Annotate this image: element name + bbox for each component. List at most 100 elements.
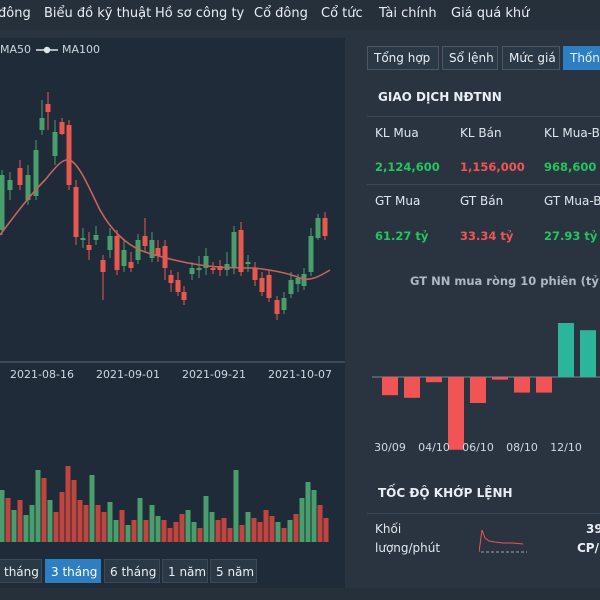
candle-body [142, 236, 148, 246]
volume-bar [77, 500, 83, 542]
net-foreign-bar-chart[interactable]: 30/09 04/10 06/10 08/10 12/10 [357, 323, 600, 493]
gt-ban-label: GT Bán [460, 194, 504, 208]
top-navigation: đông Biểu đồ kỹ thuật Hồ sơ công ty Cổ đ… [0, 0, 600, 30]
candle-body [181, 292, 187, 300]
tab-price-levels[interactable]: Mức giá [502, 46, 560, 70]
range-button-1-year[interactable]: 1 năm [162, 559, 208, 583]
volume-bar [95, 505, 101, 542]
volume-bar [323, 518, 329, 542]
foreign-trading-title: GIAO DỊCH NĐTNN [378, 90, 502, 104]
candle-body [295, 278, 301, 284]
net-x-tick-label: 06/10 [462, 441, 494, 454]
candle-body [231, 232, 237, 268]
kl-net-label: KL Mua-B [544, 126, 600, 140]
bottom-strip [0, 588, 600, 600]
legend-line-icon [36, 46, 58, 54]
nav-item-financials[interactable]: Tài chính [379, 6, 437, 21]
volume-bar [185, 510, 191, 542]
candle-body [308, 236, 314, 272]
volume-bar [11, 510, 17, 542]
volume-bar [47, 500, 53, 542]
volume-bar [275, 522, 281, 542]
nav-item-company-profile[interactable]: Hồ sơ công ty [155, 6, 244, 21]
candle-body [196, 268, 202, 270]
candle-body [0, 175, 5, 230]
match-speed-title: TỐC ĐỘ KHỚP LỆNH [378, 486, 513, 500]
divider [367, 116, 600, 117]
volume-bar [173, 522, 179, 542]
candle-body [80, 238, 86, 240]
volume-bar [29, 505, 35, 542]
x-tick-label: 2021-09-21 [182, 368, 246, 381]
volume-bar [287, 520, 293, 542]
gt-mua-label: GT Mua [375, 194, 421, 208]
candlestick-chart[interactable]: 2021-08-16 2021-09-01 2021-09-21 2021-10-07 [0, 60, 345, 550]
legend-ma100[interactable]: MA100 [62, 43, 100, 56]
candle-body [114, 236, 120, 270]
candle-body [315, 218, 321, 238]
net-bar [514, 377, 530, 393]
x-tick-label: 2021-09-01 [96, 368, 160, 381]
volume-bar [35, 470, 41, 542]
range-button-3-months[interactable]: 3 tháng [45, 559, 101, 583]
range-button-1-month[interactable]: tháng [0, 559, 42, 583]
range-button-5-years[interactable]: 5 năm [210, 559, 257, 583]
net-bars [382, 323, 596, 450]
net-x-tick-label: 08/10 [506, 441, 538, 454]
speed-sparkline [479, 529, 527, 553]
nav-item-technical-chart[interactable]: Biểu đồ kỹ thuật [44, 6, 151, 21]
volume-bar [269, 516, 275, 542]
candle-body [238, 230, 244, 272]
volume-bar [167, 528, 173, 542]
nav-item-shareholders[interactable]: Cổ đông [254, 6, 308, 21]
volume-bar [227, 528, 233, 542]
nav-item-co-dong-partial[interactable]: đông [0, 6, 31, 21]
candle-body [322, 218, 328, 236]
net-bar [470, 377, 486, 403]
range-button-6-months[interactable]: 6 tháng [104, 559, 160, 583]
gt-net-label: GT Mua-B [544, 194, 600, 208]
candle-body [175, 280, 181, 292]
volume-bar [233, 470, 239, 542]
divider [367, 513, 600, 514]
volume-bar [209, 512, 215, 542]
volume-bar [137, 498, 143, 542]
volume-bar [17, 500, 23, 542]
candle-body [73, 187, 79, 237]
candle-body [45, 104, 51, 112]
volume-bar [41, 478, 47, 542]
net-bar [404, 377, 420, 398]
tab-order-book[interactable]: Sổ lệnh [442, 46, 498, 70]
net-bar [448, 377, 464, 450]
volume-bar [221, 518, 227, 542]
volume-bar [305, 482, 311, 542]
tab-summary[interactable]: Tổng hợp [367, 46, 439, 70]
volume-bar [113, 520, 119, 542]
volume-bar [89, 475, 95, 542]
volume-bar [65, 466, 71, 542]
net-x-tick-label: 12/10 [550, 441, 582, 454]
kl-mua-label: KL Mua [375, 126, 419, 140]
tab-statistics[interactable]: Thống [563, 46, 600, 70]
volume-bar [53, 512, 59, 542]
nav-item-price-history[interactable]: Giá quá khứ [451, 6, 529, 21]
gt-ban-value: 33.34 tỷ [460, 229, 514, 243]
volume-bar [59, 492, 65, 542]
volume-bar [203, 496, 209, 542]
candle-body [245, 262, 251, 264]
net-bar [382, 377, 398, 396]
kl-ban-value: 1,156,000 [460, 160, 525, 174]
legend-ma50[interactable]: MA50 [0, 43, 31, 56]
speed-unit: CP/ [577, 541, 599, 555]
candle-body [288, 280, 294, 294]
volume-bar [155, 516, 161, 542]
candle-body [86, 245, 92, 250]
volume-bar [149, 505, 155, 542]
volume-bar [179, 514, 185, 542]
net-bar [580, 330, 596, 377]
candles-group [0, 92, 328, 320]
nav-item-dividends[interactable]: Cổ tức [321, 6, 363, 21]
volume-bar [239, 525, 245, 542]
candle-body [39, 118, 45, 130]
net-x-tick-label: 04/10 [418, 441, 450, 454]
